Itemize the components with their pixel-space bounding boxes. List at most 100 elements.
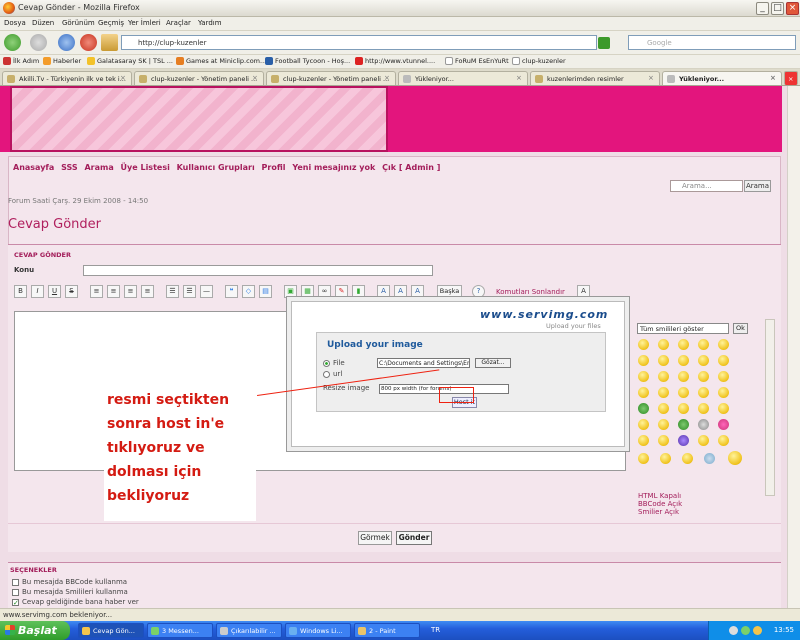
smiley-icon[interactable] [704,453,715,464]
forward-icon[interactable] [30,34,47,51]
smiley-ok-button[interactable]: Ok [733,323,748,334]
smiley-icon[interactable] [660,453,671,464]
nav-members-link[interactable]: Üye Listesi [121,163,170,172]
nav-search-link[interactable]: Arama [84,163,113,172]
reload-icon[interactable] [58,34,75,51]
bookmark-item[interactable]: Haberler [43,57,81,65]
tray-icon[interactable] [741,626,750,635]
bookmark-item[interactable]: clup-kuzenler [512,57,566,65]
nav-groups-link[interactable]: Kullanıcı Grupları [177,163,255,172]
hr-button[interactable]: — [200,285,213,298]
smiley-icon[interactable] [678,403,689,414]
bold-button[interactable]: B [14,285,27,298]
smiley-icon[interactable] [718,371,729,382]
browser-tab[interactable]: kuzenlerimden resimler × [530,71,660,85]
smiley-icon[interactable] [698,419,709,430]
smiley-icon[interactable] [718,387,729,398]
menu-help[interactable]: Yardım [198,19,222,27]
taskbar-item[interactable]: Windows Li... [285,623,351,638]
underline-button[interactable]: U [48,285,61,298]
file-radio[interactable]: File [323,359,345,367]
smiley-icon[interactable] [638,355,649,366]
preview-button[interactable]: Görmek [358,531,392,545]
bookmark-item[interactable]: http://www.vtunnel.... [355,57,435,65]
align-center-button[interactable]: ≡ [107,285,120,298]
smiley-icon[interactable] [678,435,689,446]
smiley-icon[interactable] [682,453,693,464]
menu-edit[interactable]: Düzen [32,19,54,27]
smiley-scrollbar[interactable] [765,319,775,496]
smiley-icon[interactable] [698,339,709,350]
browser-tab[interactable]: Yükleniyor... × [398,71,528,85]
smiley-icon[interactable] [638,419,649,430]
checkbox[interactable] [12,578,19,586]
url-bar[interactable]: http://clup-kuzenler [121,35,597,50]
checkbox-checked[interactable]: ✓ [12,598,19,606]
menu-view[interactable]: Görünüm [62,19,95,27]
browse-button[interactable]: Gözat... [475,358,511,368]
smiley-icon[interactable] [658,355,669,366]
nav-faq-link[interactable]: SSS [61,163,78,172]
smiley-icon[interactable] [698,435,709,446]
bookmark-item[interactable]: Games at Miniclip.com... [176,57,266,65]
menu-history[interactable]: Geçmiş [98,19,124,27]
smiley-icon[interactable] [718,355,729,366]
radio-selected[interactable] [323,359,330,367]
minimize-button[interactable]: _ [756,2,769,15]
go-icon[interactable] [598,37,610,49]
quote-icon[interactable]: ❝ [225,285,238,298]
subject-input[interactable] [83,265,433,276]
bbcode-status[interactable]: BBCode Açık [638,500,682,508]
close-tab-icon[interactable]: × [784,71,798,85]
browser-tab[interactable]: clup-kuzenler - Yönetim paneli ... × [134,71,264,85]
forum-search-button[interactable]: Arama [744,180,771,192]
smiley-icon[interactable] [658,435,669,446]
browser-tab-active[interactable]: Yükleniyor... × [662,71,782,85]
numbered-list-button[interactable]: ☰ [183,285,196,298]
home-icon[interactable] [101,34,118,51]
menu-bookmarks[interactable]: Yer İmleri [128,19,161,27]
browser-tab[interactable]: clup-kuzenler - Yönetim paneli ... × [266,71,396,85]
smiley-icon[interactable] [658,419,669,430]
stop-icon[interactable] [80,34,97,51]
tray-icon[interactable] [729,626,738,635]
tray-icon[interactable] [753,626,762,635]
smilies-status[interactable]: Smilier Açık [638,508,682,516]
option-notify[interactable]: ✓ Cevap geldiğinde bana haber ver [12,598,139,606]
search-bar[interactable]: Google [628,35,796,50]
language-indicator[interactable]: TR [431,626,440,634]
back-icon[interactable] [4,34,21,51]
smiley-icon[interactable] [698,403,709,414]
page-scrollbar[interactable] [787,86,800,608]
smiley-icon[interactable] [658,403,669,414]
taskbar-item[interactable]: 3 Messen... [147,623,213,638]
taskbar-item[interactable]: Cevap Gön... [78,623,144,638]
forum-search-input[interactable]: Arama... [670,180,743,192]
smiley-icon[interactable] [658,371,669,382]
option-disable-bbcode[interactable]: Bu mesajda BBCode kullanma [12,578,127,586]
bookmark-item[interactable]: Galatasaray SK | TSL ... [87,57,173,65]
nav-home-link[interactable]: Anasayfa [13,163,54,172]
smiley-icon[interactable] [638,435,649,446]
menu-file[interactable]: Dosya [4,19,26,27]
smiley-icon[interactable] [718,419,729,430]
justify-button[interactable]: ≡ [141,285,154,298]
close-tags-link[interactable]: Komutları Sonlandır [496,288,565,296]
bookmark-item[interactable]: İlk Adım [3,57,39,65]
tab-close-icon[interactable]: × [648,74,656,82]
smiley-icon[interactable] [698,355,709,366]
smiley-icon[interactable] [678,339,689,350]
menu-tools[interactable]: Araçlar [166,19,191,27]
smiley-icon[interactable] [678,419,689,430]
smiley-icon[interactable] [678,371,689,382]
close-button[interactable]: × [786,2,799,15]
tab-close-icon[interactable]: × [252,74,260,82]
smiley-icon[interactable] [718,339,729,350]
tab-close-icon[interactable]: × [384,74,392,82]
browser-tab[interactable]: Akilli.Tv - Türkiyenin ilk ve tek i... × [2,71,132,85]
tab-close-icon[interactable]: × [516,74,524,82]
code-icon[interactable]: ◇ [242,285,255,298]
nav-profile-link[interactable]: Profil [262,163,286,172]
smiley-icon[interactable] [678,387,689,398]
smiley-icon[interactable] [678,355,689,366]
